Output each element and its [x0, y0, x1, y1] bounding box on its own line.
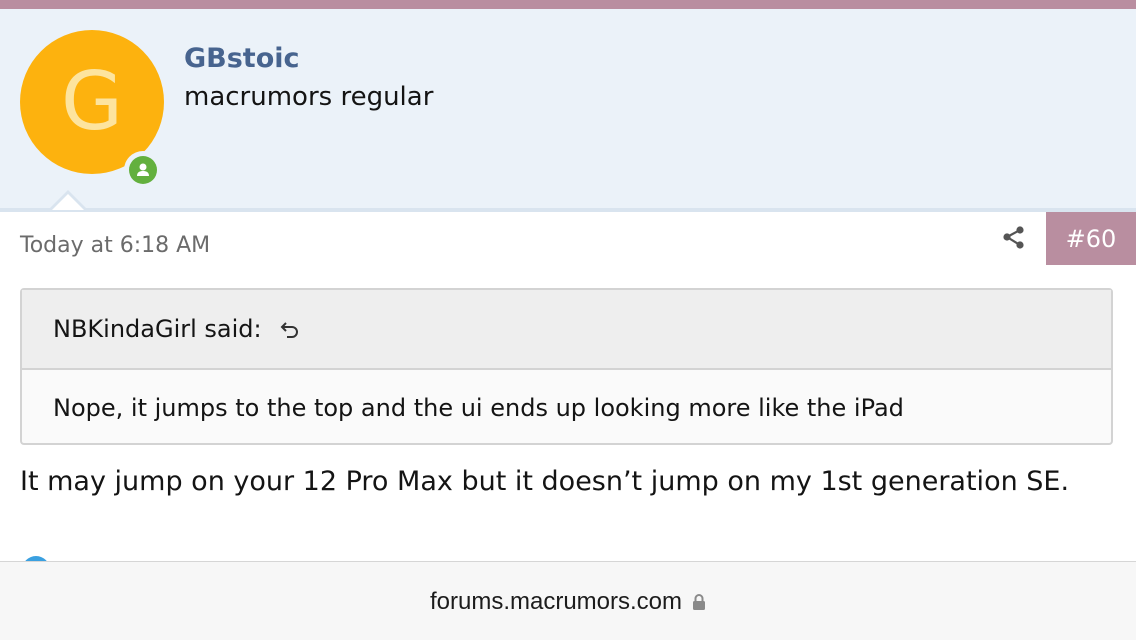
- lock-icon: [692, 593, 706, 611]
- page: G GBstoic macrumors regular Today at 6:1…: [0, 0, 1136, 640]
- jump-to-quote-icon[interactable]: [278, 317, 302, 341]
- post-date[interactable]: Today at 6:18 AM: [20, 233, 210, 258]
- quote-block: NBKindaGirl said: Nope, it jumps to the …: [20, 288, 1113, 445]
- post-number-link[interactable]: #60: [1046, 212, 1136, 265]
- user-online-icon: [129, 156, 157, 184]
- quote-header[interactable]: NBKindaGirl said:: [22, 290, 1111, 370]
- top-accent-bar: [0, 0, 1136, 9]
- share-icon[interactable]: [1000, 224, 1028, 252]
- post-user-header: G GBstoic macrumors regular: [0, 9, 1136, 212]
- avatar-letter: G: [61, 55, 123, 148]
- url-text: forums.macrumors.com: [429, 587, 683, 615]
- header-pointer-inner: [52, 194, 84, 210]
- username-link[interactable]: GBstoic: [184, 43, 300, 74]
- online-status-badge: [124, 151, 162, 189]
- quote-text: Nope, it jumps to the top and the ui end…: [53, 393, 904, 422]
- post-body: It may jump on your 12 Pro Max but it do…: [20, 466, 1070, 497]
- user-title: macrumors regular: [184, 82, 434, 112]
- browser-address-bar[interactable]: forums.macrumors.com: [0, 561, 1136, 640]
- quote-author: NBKindaGirl said:: [53, 315, 262, 343]
